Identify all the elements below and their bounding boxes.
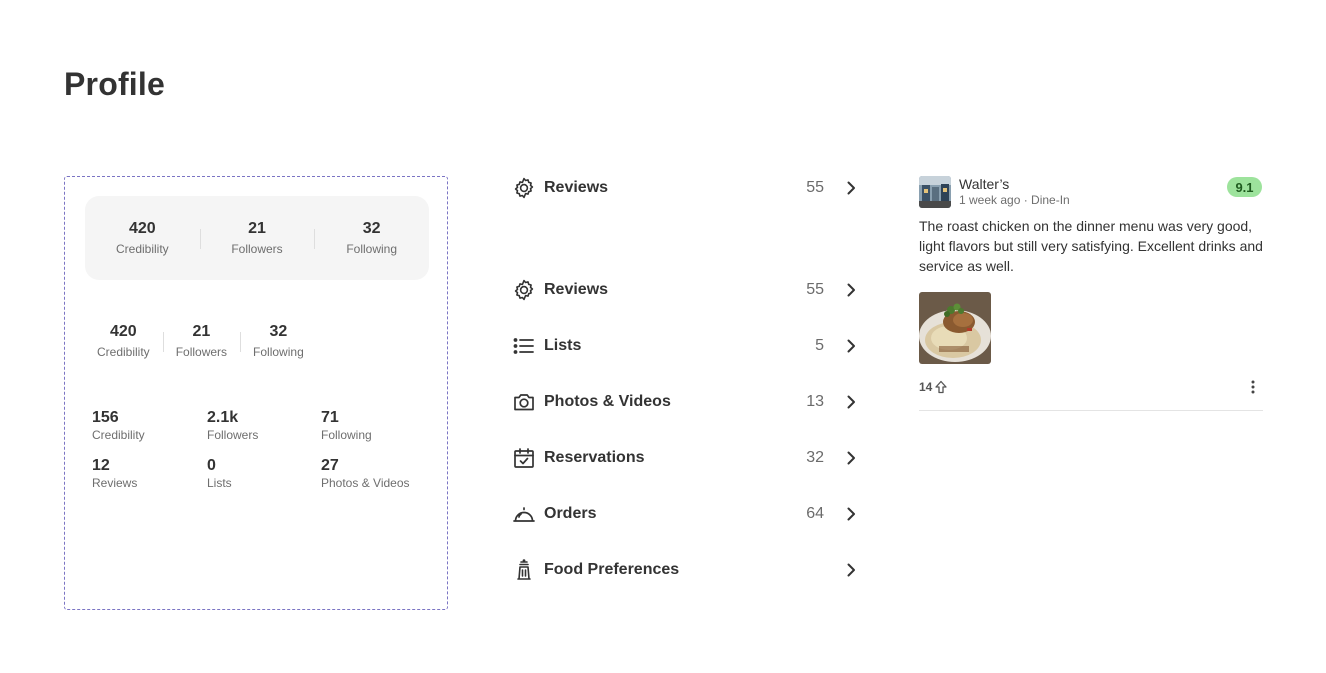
stats-card: 420 Credibility 21 Followers 32 Followin… [85,196,429,280]
stat-followers[interactable]: 21 Followers [199,219,315,257]
grid-stat-photos-videos[interactable]: 27 Photos & Videos [321,456,432,491]
grid-stat-credibility[interactable]: 156 Credibility [92,408,207,443]
cloche-icon [512,502,536,526]
menu-item-label: Reviews [544,179,609,196]
chevron-right-icon [844,504,858,524]
more-options-icon[interactable] [1249,379,1257,395]
upvote-button[interactable]: 14 [919,380,948,394]
stat-value: 2.1k [207,409,239,426]
score-badge: 9.1 [1227,177,1262,197]
stat-label: Followers [175,345,228,359]
menu-item-reservations[interactable]: Reservations 32 [512,444,858,472]
stat-label: Lists [207,476,232,490]
stat-value: 420 [109,323,137,340]
stat-value: 71 [321,409,339,426]
arrow-up-icon [935,380,948,394]
chevron-right-icon [844,336,858,356]
upvote-count: 14 [919,380,933,394]
stat-value: 32 [362,220,381,237]
restaurant-name[interactable]: Walter’s [959,176,1009,192]
review-meta: 1 week ago · Dine-In [959,193,1070,207]
stat-label: Credibility [97,345,150,359]
menu-item-label: Food Preferences [544,561,680,578]
chevron-right-icon [844,560,858,580]
menu-item-label: Orders [544,505,597,522]
stat-following[interactable]: 32 Following [240,322,317,360]
stat-label: Photos & Videos [321,476,410,490]
menu-item-label: Lists [544,337,582,354]
stat-value: 32 [269,323,288,340]
calendar-check-icon [512,446,536,470]
menu-item-count: 13 [806,393,824,410]
divider [919,410,1263,411]
menu-item-photos-videos[interactable]: Photos & Videos 13 [512,388,858,416]
chevron-right-icon [844,178,858,198]
menu-item-label: Photos & Videos [544,393,671,410]
stat-following[interactable]: 32 Following [314,219,429,257]
restaurant-avatar[interactable] [919,176,951,208]
page-title: Profile [64,66,165,102]
menu-item-reviews-top[interactable]: Reviews 55 [512,174,858,202]
grid-stat-followers[interactable]: 2.1k Followers [207,408,321,443]
stats-grid: 156 Credibility 2.1k Followers 71 Follow… [92,408,432,491]
grid-stat-reviews[interactable]: 12 Reviews [92,456,207,491]
stat-label: Following [321,428,372,442]
grid-stat-following[interactable]: 71 Following [321,408,432,443]
stat-value: 0 [207,457,216,474]
menu-item-count: 55 [806,179,824,196]
review-photo[interactable] [919,292,991,364]
gear-icon [512,278,536,302]
camera-icon [512,390,536,414]
stats-inline: 420 Credibility 21 Followers 32 Followin… [91,322,317,360]
stat-value: 27 [321,457,339,474]
menu-item-count: 64 [806,505,824,522]
menu-item-label: Reviews [544,281,609,298]
stat-credibility[interactable]: 420 Credibility [91,322,163,360]
stat-label: Credibility [115,242,169,256]
stats-variants-frame: 420 Credibility 21 Followers 32 Followin… [64,176,448,610]
stat-label: Credibility [92,428,145,442]
stat-value: 12 [92,457,110,474]
stat-value: 420 [128,220,156,237]
menu-item-label: Reservations [544,449,645,466]
menu-item-orders[interactable]: Orders 64 [512,500,858,528]
list-icon [512,334,536,358]
stat-value: 156 [92,409,119,426]
stat-value: 21 [248,220,266,237]
pepper-shaker-icon [512,558,536,582]
menu-item-lists[interactable]: Lists 5 [512,332,858,360]
grid-stat-lists[interactable]: 0 Lists [207,456,321,491]
stat-label: Followers [231,242,283,256]
review-text: The roast chicken on the dinner menu was… [919,218,1263,274]
stat-label: Following [346,242,398,256]
menu-item-reviews[interactable]: Reviews 55 [512,276,858,304]
stat-followers[interactable]: 21 Followers [162,322,240,360]
chevron-right-icon [844,280,858,300]
chevron-right-icon [844,448,858,468]
stat-label: Followers [207,428,259,442]
menu-item-count: 5 [815,337,824,354]
menu-item-count: 55 [806,281,824,298]
gear-icon [512,176,536,200]
stat-credibility[interactable]: 420 Credibility [85,219,200,257]
menu-item-food-preferences[interactable]: Food Preferences [512,556,858,584]
stat-value: 21 [192,323,211,340]
menu-item-count: 32 [806,449,824,466]
stat-label: Reviews [92,476,138,490]
chevron-right-icon [844,392,858,412]
stat-label: Following [253,345,304,359]
